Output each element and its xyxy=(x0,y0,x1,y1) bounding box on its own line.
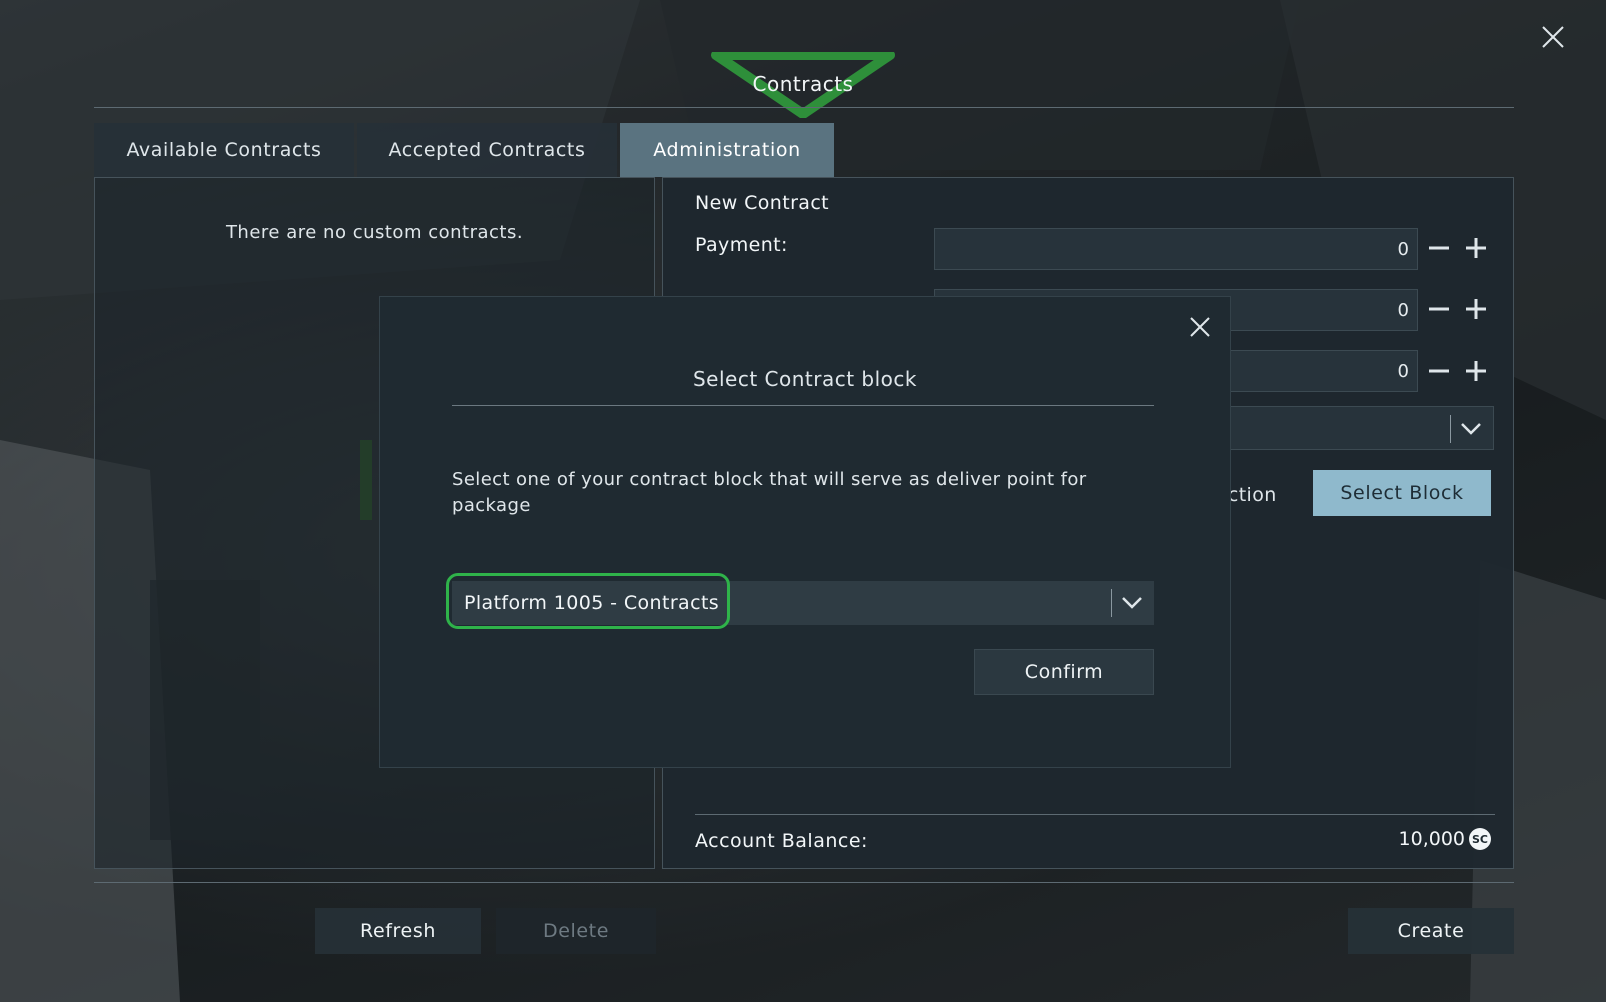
account-balance-value: 10,000 SC xyxy=(1399,828,1491,850)
chevron-down-icon xyxy=(1461,423,1481,435)
empty-list-message: There are no custom contracts. xyxy=(225,222,524,243)
delete-button[interactable]: Delete xyxy=(496,908,656,954)
dialog-description: Select one of your contract block that w… xyxy=(452,469,1087,516)
contract-block-dropdown[interactable]: Platform 1005 - Contracts xyxy=(452,581,1154,625)
field-2-increment-icon[interactable] xyxy=(1463,296,1489,322)
tab-available-contracts[interactable]: Available Contracts xyxy=(94,123,354,177)
selected-block-value: Platform 1005 - Contracts xyxy=(464,592,720,614)
chevron-down-icon xyxy=(1122,597,1142,609)
bottom-divider xyxy=(94,882,1514,883)
space-credit-icon: SC xyxy=(1469,828,1491,850)
balance-amount: 10,000 xyxy=(1398,828,1465,850)
payment-label: Payment: xyxy=(695,234,788,256)
dialog-close-icon[interactable] xyxy=(1188,315,1212,339)
create-button[interactable]: Create xyxy=(1348,908,1514,954)
refresh-button[interactable]: Refresh xyxy=(315,908,481,954)
field-3-increment-icon[interactable] xyxy=(1463,358,1489,384)
payment-decrement-icon[interactable] xyxy=(1426,235,1452,261)
dialog-title-divider xyxy=(452,405,1154,406)
select-block-button[interactable]: Select Block xyxy=(1313,470,1491,516)
tab-accepted-contracts[interactable]: Accepted Contracts xyxy=(357,123,617,177)
title-divider xyxy=(94,107,1514,108)
window-close-icon[interactable] xyxy=(1540,24,1566,50)
dropdown-separator xyxy=(1450,415,1451,443)
dialog-title: Select Contract block xyxy=(692,367,917,391)
payment-input[interactable]: 0 xyxy=(934,228,1418,270)
tab-administration[interactable]: Administration xyxy=(620,123,834,177)
select-contract-block-dialog: Select Contract block Select one of your… xyxy=(379,296,1231,768)
dropdown-separator xyxy=(1111,589,1112,617)
tab-bar: Available Contracts Accepted Contracts A… xyxy=(94,123,834,177)
account-balance-label: Account Balance: xyxy=(695,830,868,852)
field-2-decrement-icon[interactable] xyxy=(1426,296,1452,322)
new-contract-heading: New Contract xyxy=(695,192,830,214)
window-title: Contracts xyxy=(752,72,854,96)
payment-increment-icon[interactable] xyxy=(1463,235,1489,261)
balance-divider xyxy=(695,814,1495,815)
confirm-button[interactable]: Confirm xyxy=(974,649,1154,695)
field-3-decrement-icon[interactable] xyxy=(1426,358,1452,384)
